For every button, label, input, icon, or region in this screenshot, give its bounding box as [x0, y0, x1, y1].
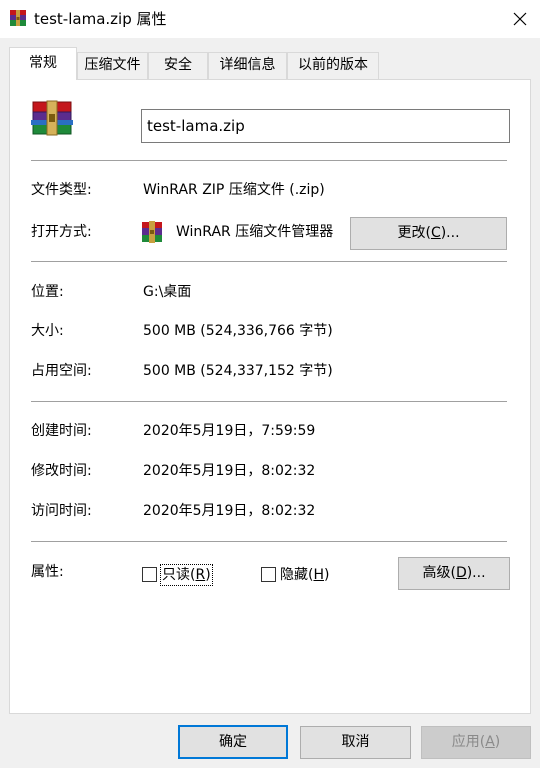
cancel-button[interactable]: 取消 — [300, 726, 411, 759]
file-name-input[interactable]: test-lama.zip — [141, 109, 510, 143]
ok-button[interactable]: 确定 — [178, 725, 288, 759]
size-label: 大小: — [31, 323, 64, 339]
separator — [31, 261, 507, 262]
open-with-value: WinRAR 压缩文件管理器 — [176, 224, 334, 240]
modified-value: 2020年5月19日，8:02:32 — [143, 463, 316, 479]
separator — [31, 541, 507, 542]
readonly-label[interactable]: 只读(R) — [160, 564, 213, 586]
accessed-label: 访问时间: — [31, 503, 92, 519]
close-icon — [513, 12, 527, 26]
attributes-label: 属性: — [31, 564, 64, 580]
file-type-value: WinRAR ZIP 压缩文件 (.zip) — [143, 182, 325, 198]
created-value: 2020年5月19日，7:59:59 — [143, 423, 316, 439]
created-label: 创建时间: — [31, 423, 92, 439]
location-value: G:\桌面 — [143, 284, 192, 300]
window-title: test-lama.zip 属性 — [34, 10, 167, 28]
tab-previous-versions[interactable]: 以前的版本 — [287, 52, 379, 79]
tab-archive[interactable]: 压缩文件 — [77, 52, 148, 79]
accessed-value: 2020年5月19日，8:02:32 — [143, 503, 316, 519]
readonly-checkbox[interactable] — [142, 567, 157, 582]
file-type-label: 文件类型: — [31, 182, 92, 198]
size-value: 500 MB (524,336,766 字节) — [143, 323, 333, 339]
close-button[interactable] — [503, 4, 537, 34]
size-on-disk-label: 占用空间: — [31, 363, 92, 379]
tab-details[interactable]: 详细信息 — [208, 52, 287, 79]
winrar-icon — [142, 221, 162, 243]
winrar-archive-icon — [31, 100, 73, 136]
location-label: 位置: — [31, 284, 64, 300]
separator — [31, 401, 507, 402]
separator — [31, 160, 507, 161]
tab-general[interactable]: 常规 — [9, 47, 77, 80]
hidden-label[interactable]: 隐藏(H) — [280, 565, 329, 585]
apply-button[interactable]: 应用(A) — [421, 726, 531, 759]
hidden-checkbox[interactable] — [261, 567, 276, 582]
change-button[interactable]: 更改(C)... — [350, 217, 507, 250]
size-on-disk-value: 500 MB (524,337,152 字节) — [143, 363, 333, 379]
general-panel — [9, 79, 531, 714]
modified-label: 修改时间: — [31, 463, 92, 479]
open-with-label: 打开方式: — [31, 224, 92, 240]
advanced-button[interactable]: 高级(D)... — [398, 557, 510, 590]
tab-security[interactable]: 安全 — [148, 52, 208, 79]
winrar-icon — [10, 10, 26, 26]
